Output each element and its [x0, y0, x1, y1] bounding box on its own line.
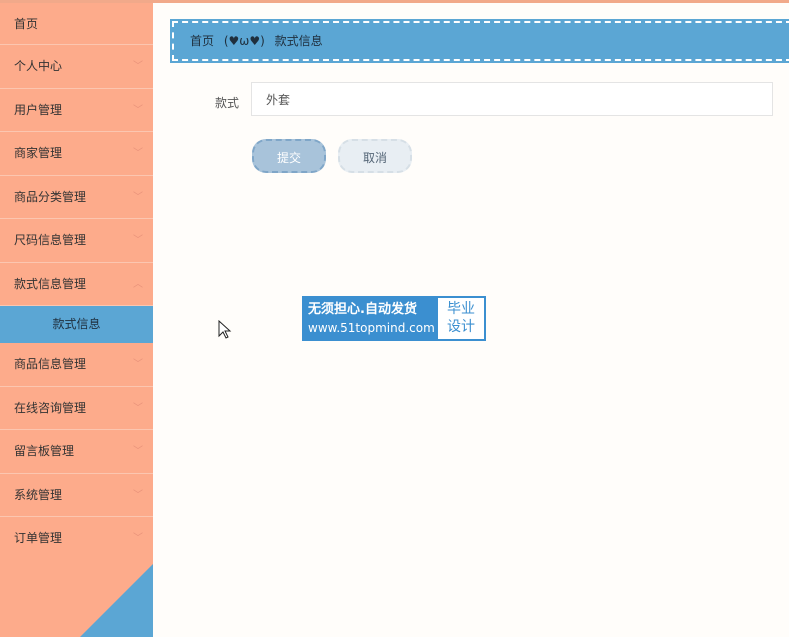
style-input[interactable] — [251, 82, 773, 116]
sidebar-item-merchants[interactable]: 商家管理 ﹀ — [0, 132, 153, 176]
chevron-down-icon: ﹀ — [133, 489, 143, 501]
sidebar-item-label: 留言板管理 — [14, 444, 75, 458]
sidebar-item-label: 个人中心 — [14, 59, 63, 73]
cancel-button[interactable]: 取消 — [338, 139, 412, 173]
sidebar-item-profile[interactable]: 个人中心 ﹀ — [0, 45, 153, 89]
sidebar-item-label: 商品分类管理 — [14, 189, 87, 204]
sidebar-item-products[interactable]: 商品信息管理 ﹀ — [0, 343, 153, 387]
sidebar-item-label: 订单管理 — [14, 531, 63, 545]
chevron-up-icon: ︿ — [133, 278, 143, 290]
sidebar-subitem-style-info[interactable]: 款式信息 — [0, 306, 153, 343]
sidebar-item-label: 首页 — [14, 17, 39, 31]
sidebar-item-consult[interactable]: 在线咨询管理 ﹀ — [0, 387, 153, 430]
sidebar-item-messageboard[interactable]: 留言板管理 ﹀ — [0, 430, 153, 474]
chevron-down-icon: ﹀ — [133, 104, 143, 116]
chevron-down-icon: ﹀ — [133, 191, 143, 203]
chevron-down-icon: ﹀ — [133, 533, 143, 544]
chevron-down-icon: ﹀ — [133, 235, 143, 246]
sidebar-corner-decoration — [80, 564, 153, 637]
mouse-cursor-icon — [218, 320, 232, 339]
watermark-line2: www.51topmind.com — [308, 321, 435, 335]
sidebar-item-label: 款式信息管理 — [14, 276, 87, 291]
chevron-down-icon: ﹀ — [133, 402, 143, 414]
chevron-down-icon: ﹀ — [133, 446, 143, 457]
sidebar: 首页 个人中心 ﹀ 用户管理 ﹀ 商家管理 ﹀ 商品分类管理 ﹀ 尺码信息管理 … — [0, 3, 153, 637]
watermark-right2: 设计 — [447, 319, 475, 335]
chevron-down-icon: ﹀ — [133, 61, 143, 72]
submit-button[interactable]: 提交 — [252, 139, 326, 173]
sidebar-item-home[interactable]: 首页 — [0, 3, 153, 45]
style-label: 款式 — [215, 96, 240, 110]
sidebar-item-label: 尺码信息管理 — [14, 233, 87, 247]
watermark-left: 无须担心.自动发货 www.51topmind.com — [304, 298, 438, 339]
sidebar-item-label: 商家管理 — [14, 146, 63, 160]
sidebar-item-label: 商品信息管理 — [14, 357, 87, 371]
breadcrumb-current: 款式信息 — [274, 34, 323, 48]
watermark-right: 毕业 设计 — [438, 298, 484, 339]
breadcrumb: 首页 (♥ω♥) 款式信息 — [170, 19, 789, 63]
watermark-right1: 毕业 — [447, 301, 475, 317]
sidebar-item-sizes[interactable]: 尺码信息管理 ﹀ — [0, 219, 153, 263]
watermark-line1: 无须担心.自动发货 — [308, 302, 417, 317]
sidebar-item-users[interactable]: 用户管理 ﹀ — [0, 89, 153, 132]
sidebar-item-orders[interactable]: 订单管理 ﹀ — [0, 517, 153, 561]
chevron-down-icon: ﹀ — [133, 359, 143, 370]
sidebar-item-system[interactable]: 系统管理 ﹀ — [0, 474, 153, 517]
sidebar-item-label: 系统管理 — [14, 487, 63, 502]
sidebar-item-label: 用户管理 — [14, 102, 63, 117]
chevron-down-icon: ﹀ — [133, 148, 143, 159]
breadcrumb-separator: (♥ω♥) — [223, 34, 265, 48]
breadcrumb-home[interactable]: 首页 — [190, 34, 214, 48]
sidebar-item-categories[interactable]: 商品分类管理 ﹀ — [0, 176, 153, 219]
sidebar-item-styles[interactable]: 款式信息管理 ︿ — [0, 263, 153, 306]
sidebar-item-label: 在线咨询管理 — [14, 400, 87, 415]
watermark-badge: 无须担心.自动发货 www.51topmind.com 毕业 设计 — [302, 296, 486, 341]
